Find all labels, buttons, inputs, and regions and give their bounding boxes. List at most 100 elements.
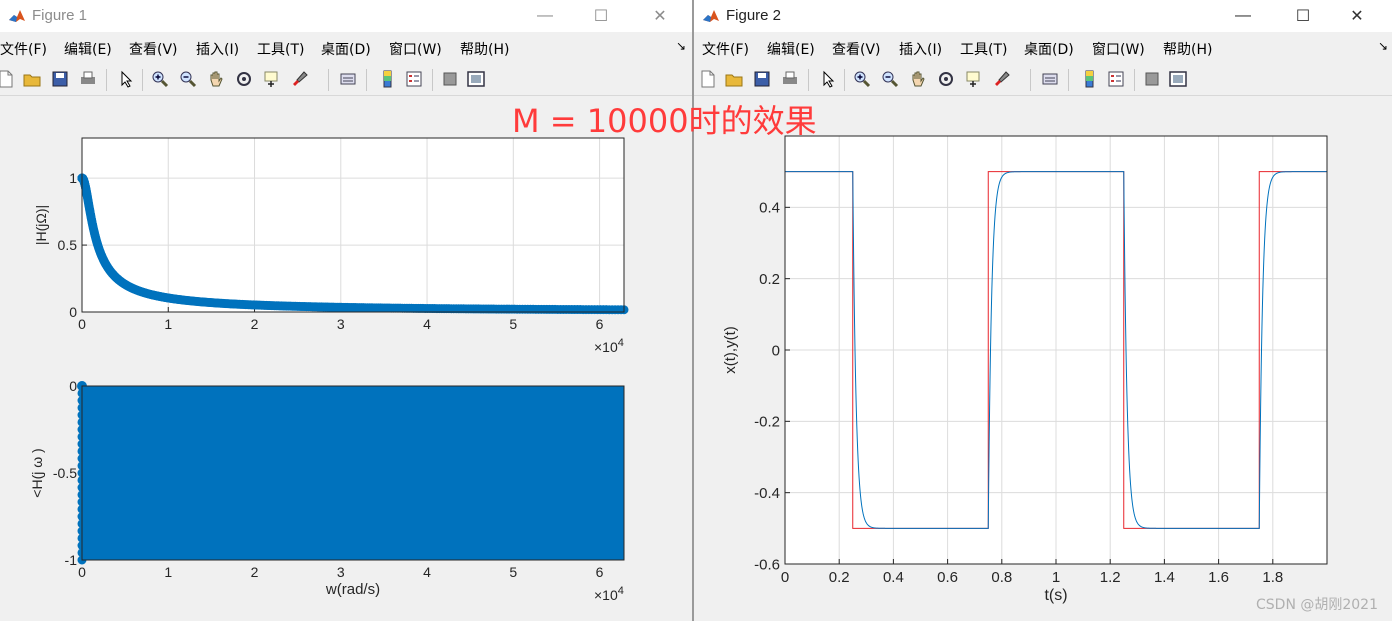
y-tick-label: 0.5 (58, 237, 78, 253)
hide-plot-tools-icon[interactable] (440, 69, 460, 89)
close-button[interactable]: ✕ (637, 0, 683, 32)
figure-1-plots: 0 1 2 3 4 5 6 0 0.5 1 |H(jΩ)| ×104 0 1 2 3 4 5 6 -1 -0.5 0 <H(… (29, 137, 629, 603)
toolbar-separator (1030, 69, 1031, 91)
menu-insert[interactable]: 插入(I) (899, 39, 942, 59)
rotate-icon[interactable] (234, 69, 254, 89)
annotation-overlay: M = 10000时的效果 (512, 102, 817, 140)
y-tick-label: -0.5 (53, 465, 77, 481)
x-tick-label: 1.6 (1208, 569, 1229, 586)
x-exponent-label: ×104 (594, 585, 624, 603)
menu-edit[interactable]: 编辑(E) (767, 39, 815, 59)
phase-series-fill (82, 386, 624, 560)
y-tick-label: -1 (65, 552, 78, 568)
maximize-button[interactable]: ☐ (578, 0, 624, 32)
pan-icon[interactable] (908, 69, 928, 89)
show-plot-tools-icon[interactable] (466, 69, 486, 89)
y-axis-label: <H(j ω ) (29, 448, 45, 497)
x-tick-label: 0 (781, 569, 789, 586)
menu-file[interactable]: 文件(F) (702, 39, 749, 59)
menu-window[interactable]: 窗口(W) (1092, 39, 1145, 59)
data-cursor-icon[interactable] (964, 69, 984, 89)
toolbar-separator (366, 69, 367, 91)
data-cursor-icon[interactable] (262, 69, 282, 89)
maximize-button[interactable]: ☐ (1280, 0, 1326, 32)
new-figure-icon[interactable] (698, 69, 718, 89)
open-icon[interactable] (22, 69, 42, 89)
save-icon[interactable] (752, 69, 772, 89)
title-bar[interactable]: Figure 1 — ☐ ✕ (0, 0, 692, 32)
menu-help[interactable]: 帮助(H) (460, 39, 509, 59)
menu-tools[interactable]: 工具(T) (257, 39, 304, 59)
y-axis-label: x(t),y(t) (722, 326, 739, 373)
menu-tools[interactable]: 工具(T) (960, 39, 1007, 59)
toolbar-separator (1134, 69, 1135, 91)
menu-window[interactable]: 窗口(W) (389, 39, 442, 59)
menu-desktop[interactable]: 桌面(D) (321, 39, 371, 59)
pointer-icon[interactable] (116, 69, 136, 89)
dock-arrow-icon[interactable]: ↘ (1378, 39, 1388, 53)
x-tick-label: 0 (78, 316, 86, 332)
menu-help[interactable]: 帮助(H) (1163, 39, 1212, 59)
x-tick-label: 4 (423, 316, 431, 332)
x-tick-label: 4 (423, 564, 431, 580)
open-icon[interactable] (724, 69, 744, 89)
zoom-out-icon[interactable] (880, 69, 900, 89)
toolbar-separator (142, 69, 143, 91)
x-tick-label: 3 (337, 316, 345, 332)
colorbar-icon[interactable] (378, 69, 398, 89)
x-exponent-label: ×104 (594, 337, 624, 355)
x-tick-label: 1 (164, 316, 172, 332)
window-title: Figure 1 (32, 7, 88, 24)
menu-view[interactable]: 查看(V) (832, 39, 881, 59)
pan-icon[interactable] (206, 69, 226, 89)
x-tick-label: 1 (164, 564, 172, 580)
zoom-in-icon[interactable] (852, 69, 872, 89)
print-icon[interactable] (78, 69, 98, 89)
legend-icon[interactable] (404, 69, 424, 89)
zoom-in-icon[interactable] (150, 69, 170, 89)
figure-2-window: Figure 2 — ☐ ✕ 文件(F) 编辑(E) 查看(V) 插入(I) 工… (694, 0, 1392, 621)
close-button[interactable]: ✕ (1334, 0, 1380, 32)
x-tick-label: 0.4 (883, 569, 904, 586)
x-tick-label: 2 (251, 316, 259, 332)
brush-icon[interactable] (290, 69, 310, 89)
y-tick-label: 0 (69, 304, 77, 320)
menu-edit[interactable]: 编辑(E) (64, 39, 112, 59)
hide-plot-tools-icon[interactable] (1142, 69, 1162, 89)
figure-2-plot: 0 0.2 0.4 0.6 0.8 1 1.2 1.4 1.6 1.8 -0.6 -0.4 -0.2 0 0… (722, 135, 1328, 604)
y-tick-label: -0.4 (754, 485, 780, 502)
figure-1-window: Figure 1 — ☐ ✕ 文件(F) 编辑(E) 查看(V) 插入(I) 工… (0, 0, 692, 621)
y-axis-label: |H(jΩ)| (33, 205, 49, 245)
dock-arrow-icon[interactable]: ↘ (676, 39, 686, 53)
menu-desktop[interactable]: 桌面(D) (1024, 39, 1074, 59)
x-tick-label: 0.6 (937, 569, 958, 586)
colorbar-icon[interactable] (1080, 69, 1100, 89)
new-figure-icon[interactable] (0, 69, 16, 89)
toolbar (694, 63, 1392, 96)
y-tick-label: 0.4 (759, 200, 780, 217)
x-tick-label: 2 (251, 564, 259, 580)
toolbar-separator (432, 69, 433, 91)
minimize-button[interactable]: — (1220, 0, 1266, 32)
x-tick-label: 3 (337, 564, 345, 580)
menu-view[interactable]: 查看(V) (129, 39, 178, 59)
rotate-icon[interactable] (936, 69, 956, 89)
title-bar[interactable]: Figure 2 — ☐ ✕ (694, 0, 1392, 32)
menu-file[interactable]: 文件(F) (0, 39, 47, 59)
toolbar-separator (106, 69, 107, 91)
y-tick-label: 0 (772, 342, 780, 359)
pointer-icon[interactable] (818, 69, 838, 89)
link-icon[interactable] (338, 69, 358, 89)
x-tick-label: 5 (509, 316, 517, 332)
brush-icon[interactable] (992, 69, 1012, 89)
y-tick-label: -0.2 (754, 414, 780, 431)
y-tick-label: -0.6 (754, 556, 780, 573)
link-icon[interactable] (1040, 69, 1060, 89)
legend-icon[interactable] (1106, 69, 1126, 89)
zoom-out-icon[interactable] (178, 69, 198, 89)
show-plot-tools-icon[interactable] (1168, 69, 1188, 89)
save-icon[interactable] (50, 69, 70, 89)
minimize-button[interactable]: — (522, 0, 568, 32)
print-icon[interactable] (780, 69, 800, 89)
menu-insert[interactable]: 插入(I) (196, 39, 239, 59)
